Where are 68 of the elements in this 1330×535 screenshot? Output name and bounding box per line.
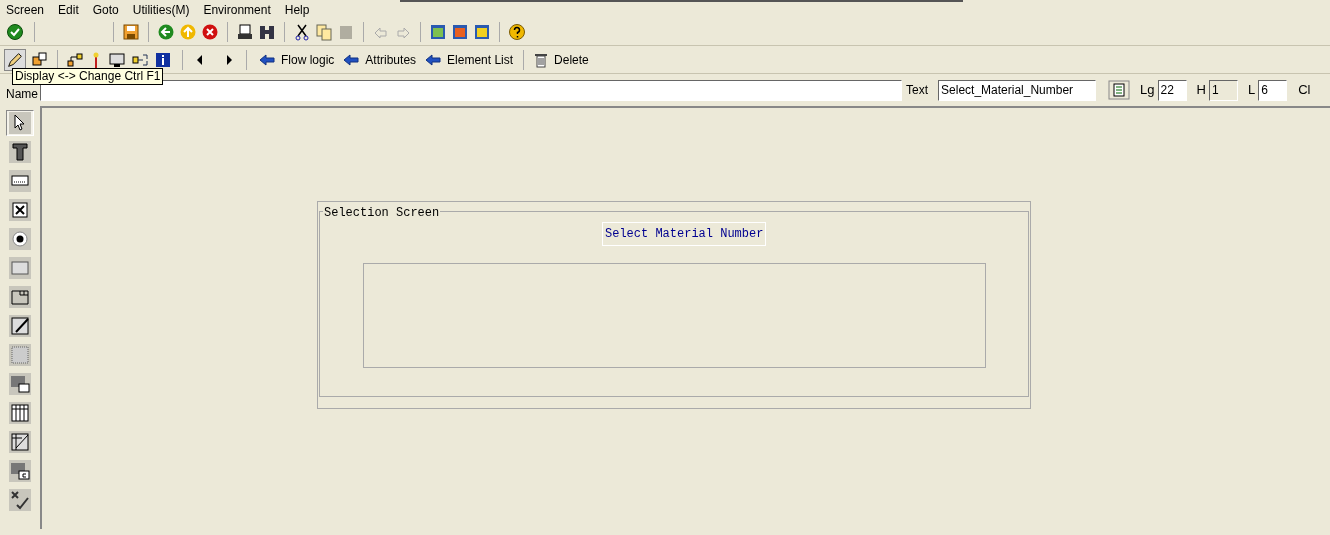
tool-button[interactable] [6,226,34,252]
left-arrow-icon [425,53,442,66]
window-icon[interactable] [429,23,447,41]
window-icon[interactable] [451,23,469,41]
tool-button[interactable] [6,168,34,194]
custom-control-icon [9,460,31,482]
checkbox-tool-icon [9,199,31,221]
navigation-button[interactable]: Attributes [341,48,419,71]
tool-button[interactable] [6,371,34,397]
pushbutton-tool-icon [9,257,31,279]
input-field[interactable]: 22 [1157,79,1187,101]
pointer-icon [9,112,31,134]
squares-icon[interactable] [31,50,49,69]
radio-button-tool-icon [9,228,31,250]
save-icon[interactable] [122,23,140,41]
cancel-icon[interactable] [201,23,219,41]
hierarchy-icon[interactable] [66,50,84,69]
tool-button[interactable] [6,197,34,223]
scissors-icon[interactable] [293,23,311,41]
input-field[interactable]: Select_Material_Number [938,79,1097,101]
navigation-button[interactable]: Element List [423,48,516,71]
trash-icon [534,51,549,68]
delete-button[interactable]: Delete [532,48,591,71]
left-arrow-icon [259,53,275,66]
subscreen-tool-icon [9,373,31,395]
tool-button[interactable] [6,458,34,484]
pencil-icon[interactable] [4,48,26,71]
print-icon[interactable] [236,23,254,41]
back-icon[interactable] [157,23,175,41]
input-field[interactable]: 6 [1258,79,1288,101]
tabstrip-wizard-icon [9,315,31,337]
help-icon[interactable] [508,23,526,41]
check-icon[interactable] [6,23,24,41]
status-icon-tool-icon [9,489,31,511]
list-icon[interactable] [1108,80,1131,100]
left-arrow-icon [343,53,360,66]
monitor-icon[interactable] [108,50,126,69]
window-icon[interactable] [473,23,491,41]
menu-item[interactable]: Utilities(M) [132,0,190,19]
menu-item[interactable]: Environment [203,0,271,19]
field-label: Cl [1298,81,1311,100]
menu-item[interactable]: Goto [92,0,119,19]
table-control-icon [9,402,31,424]
field-label: Text [906,82,929,99]
field-label: L [1247,81,1256,100]
tool-button[interactable] [6,400,34,426]
box-tool-icon [9,344,31,366]
tool-button[interactable] [6,110,34,136]
info-icon[interactable] [154,50,172,69]
menu-item[interactable]: Edit [58,0,79,19]
tooltip: Display <-> Change Ctrl F1 [12,68,164,85]
menu-item[interactable]: Help [284,0,310,19]
table-wizard-icon [9,431,31,453]
tabstrip-tool-icon [9,286,31,308]
field-label: Name [6,86,38,103]
tool-button[interactable] [6,429,34,455]
tool-button[interactable] [6,487,34,513]
tool-button[interactable] [6,139,34,165]
group-box-frame[interactable]: Selection Screen Select Material Number [317,201,1031,409]
tool-button[interactable] [6,313,34,339]
field-label: H [1196,81,1206,100]
field-label: Lg [1140,81,1155,100]
text-field-element[interactable]: Select Material Number [602,222,767,246]
navigation-button[interactable]: Flow logic [257,48,337,71]
input-field-tool-icon [9,170,31,192]
text-tool-icon [9,141,31,163]
binoculars-icon[interactable] [258,23,276,41]
menu-item[interactable]: Screen [6,0,45,19]
